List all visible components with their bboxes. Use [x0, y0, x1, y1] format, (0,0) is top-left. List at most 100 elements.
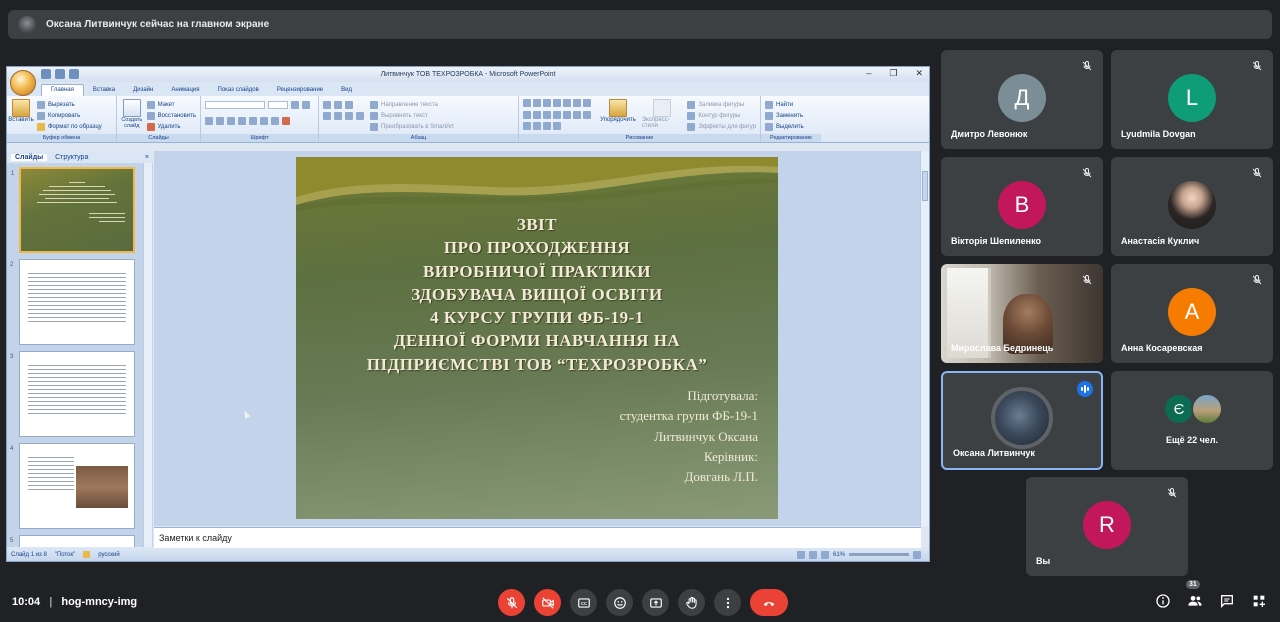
normal-view-icon[interactable] — [796, 550, 805, 559]
shape-outline-button[interactable]: Контур фигуры — [687, 110, 756, 121]
slide-author-info: Підготувала: студентка групи ФБ-19-1 Лит… — [619, 388, 758, 485]
sorter-view-icon[interactable] — [808, 550, 817, 559]
slide-thumbnail-4[interactable]: 4 — [10, 443, 135, 529]
mic-toggle-button[interactable] — [498, 589, 525, 616]
slide-thumbnail-2[interactable]: 2 — [10, 259, 135, 345]
zoom-slider[interactable] — [849, 553, 909, 556]
participant-tile[interactable]: Д Дмитро Левонюк — [941, 50, 1103, 149]
new-slide-button[interactable]: Создать слайд — [121, 99, 143, 132]
self-tile[interactable]: R Вы — [1026, 477, 1188, 576]
align-text-button[interactable]: Выровнять текст — [370, 110, 454, 121]
font-size-field[interactable] — [268, 100, 288, 109]
notes-field[interactable]: Заметки к слайду — [154, 527, 921, 549]
shape-fill-button[interactable]: Заливка фигуры — [687, 99, 756, 110]
current-slide[interactable]: ЗВІТ ПРО ПРОХОДЖЕННЯ ВИРОБНИЧОЇ ПРАКТИКИ… — [296, 157, 778, 519]
delete-slide-button[interactable]: Удалить — [146, 121, 196, 132]
bold-icon[interactable] — [205, 116, 213, 125]
captions-button[interactable]: CC — [570, 589, 597, 616]
numbering-icon[interactable] — [334, 100, 342, 109]
italic-icon[interactable] — [216, 116, 224, 125]
chat-button[interactable] — [1218, 592, 1236, 610]
fit-window-icon[interactable] — [913, 550, 921, 559]
copy-button[interactable]: Копировать — [37, 110, 102, 121]
layout-button[interactable]: Макет — [146, 99, 196, 110]
replace-button[interactable]: Заменить — [765, 110, 817, 121]
format-painter-button[interactable]: Формат по образцу — [37, 121, 102, 132]
tab-insert[interactable]: Вставка — [84, 85, 124, 96]
raise-hand-button[interactable] — [678, 589, 705, 616]
participant-tile[interactable]: Анастасія Куклич — [1111, 157, 1273, 256]
reset-button[interactable]: Восстановить — [146, 110, 196, 121]
participant-tile[interactable]: В Вікторія Шепиленко — [941, 157, 1103, 256]
close-icon[interactable]: ✕ — [915, 68, 923, 79]
participant-video-tile[interactable]: Мирослава Бедринець — [941, 264, 1103, 363]
find-button[interactable]: Найти — [765, 99, 817, 110]
tab-view[interactable]: Вид — [332, 85, 361, 96]
participant-tile[interactable]: L Lyudmila Dovgan — [1111, 50, 1273, 149]
zoom-level[interactable]: 61% — [833, 552, 845, 558]
office-button[interactable] — [10, 70, 36, 96]
arrange-button[interactable]: Упорядочить — [600, 99, 636, 132]
smartart-button[interactable]: Преобразовать в SmartArt — [370, 121, 454, 132]
tab-design[interactable]: Дизайн — [124, 85, 162, 96]
slideshow-view-icon[interactable] — [820, 550, 829, 559]
present-screen-button[interactable] — [642, 589, 669, 616]
tab-slides-pane[interactable]: Слайды — [11, 153, 48, 161]
more-participants-tile[interactable]: Є Ещё 22 чел. — [1111, 371, 1273, 470]
group-paragraph: Направление текста Выровнять текст Преоб… — [319, 96, 519, 142]
justify-icon[interactable] — [356, 111, 364, 120]
quick-access-toolbar — [41, 69, 79, 79]
minimize-icon[interactable]: – — [866, 68, 871, 79]
case-icon[interactable] — [271, 116, 279, 125]
select-button[interactable]: Выделить — [765, 121, 817, 132]
font-name-field[interactable] — [205, 100, 265, 109]
thumbnails-scrollbar[interactable] — [143, 163, 152, 547]
activities-button[interactable] — [1250, 592, 1268, 610]
redo-icon[interactable] — [69, 69, 79, 79]
tab-home[interactable]: Главная — [41, 84, 84, 96]
maximize-icon[interactable]: ❐ — [889, 68, 897, 79]
font-color-icon[interactable] — [282, 116, 290, 125]
shadow-icon[interactable] — [249, 116, 257, 125]
save-icon[interactable] — [41, 69, 51, 79]
align-center-icon[interactable] — [334, 111, 342, 120]
indent-icon[interactable] — [345, 100, 353, 109]
camera-toggle-button[interactable] — [534, 589, 561, 616]
spacing-icon[interactable] — [260, 116, 268, 125]
close-pane-icon[interactable]: × — [145, 154, 149, 161]
reactions-button[interactable] — [606, 589, 633, 616]
quick-styles-button[interactable]: Экспресс-стили — [642, 99, 682, 132]
leave-call-button[interactable] — [750, 589, 788, 616]
spellcheck-icon[interactable] — [83, 551, 91, 558]
people-button[interactable]: 31 — [1186, 580, 1204, 610]
slide-thumbnail-1[interactable]: 1 — [11, 167, 135, 253]
tab-slideshow[interactable]: Показ слайдов — [209, 85, 268, 96]
tab-animation[interactable]: Анимация — [162, 85, 208, 96]
slide-scrollbar[interactable] — [920, 151, 929, 526]
align-left-icon[interactable] — [323, 111, 331, 120]
scroll-thumb[interactable] — [922, 171, 928, 201]
participant-tile[interactable]: А Анна Косаревская — [1111, 264, 1273, 363]
slide-thumbnail-5[interactable]: 5 — [10, 535, 135, 547]
strike-icon[interactable] — [238, 116, 246, 125]
cut-button[interactable]: Вырезать — [37, 99, 102, 110]
align-right-icon[interactable] — [345, 111, 353, 120]
svg-text:CC: CC — [581, 601, 587, 606]
meeting-code[interactable]: hog-mncy-img — [61, 596, 137, 608]
underline-icon[interactable] — [227, 116, 235, 125]
shape-effects-button[interactable]: Эффекты для фигур — [687, 121, 756, 132]
undo-icon[interactable] — [55, 69, 65, 79]
shrink-font-icon[interactable] — [302, 100, 310, 109]
grow-font-icon[interactable] — [291, 100, 299, 109]
paste-button[interactable]: Вставить — [8, 99, 34, 132]
participant-tile-speaking[interactable]: Оксана Литвинчук — [941, 371, 1103, 470]
tab-review[interactable]: Рецензирование — [268, 85, 332, 96]
shapes-gallery[interactable] — [523, 99, 594, 132]
meeting-details-button[interactable] — [1154, 592, 1172, 610]
more-options-button[interactable] — [714, 589, 741, 616]
tab-outline-pane[interactable]: Структура — [55, 154, 88, 161]
language[interactable]: русский — [98, 552, 120, 558]
bullets-icon[interactable] — [323, 100, 331, 109]
text-direction-button[interactable]: Направление текста — [370, 99, 454, 110]
slide-thumbnail-3[interactable]: 3 — [10, 351, 135, 437]
